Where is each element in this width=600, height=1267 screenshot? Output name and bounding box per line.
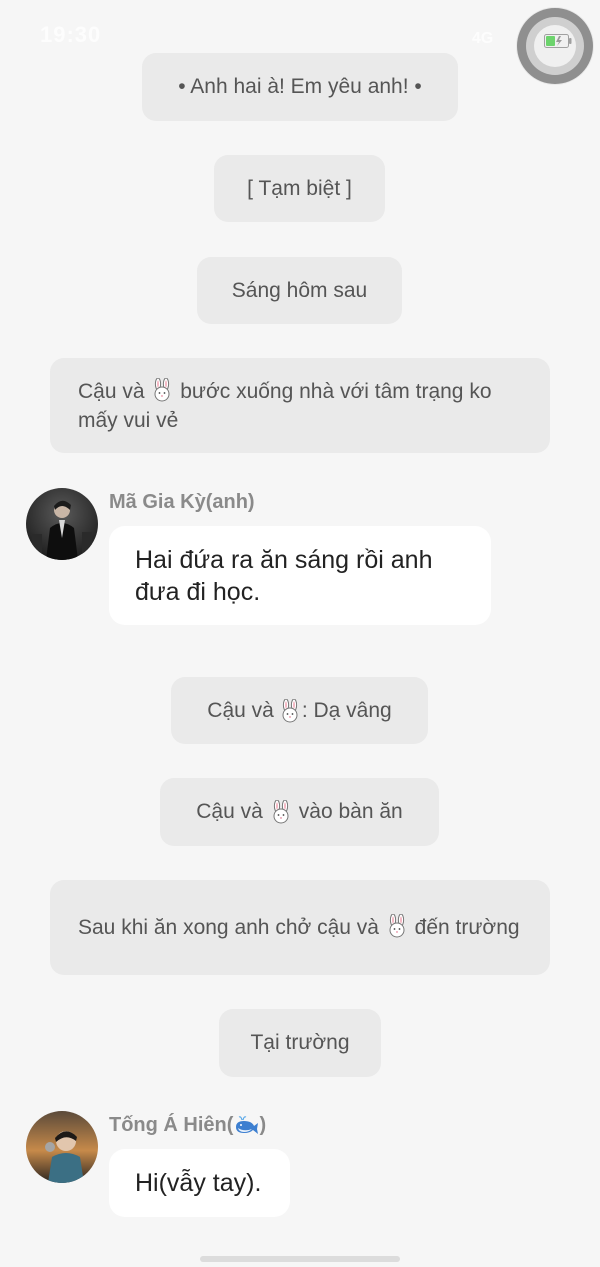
sender-name-suffix: ) — [259, 1114, 267, 1136]
narration-text: [ Tạm biệt ] — [247, 176, 352, 200]
narration-pill: • Anh hai à! Em yêu anh! • — [142, 53, 458, 121]
narration-text: Sáng hôm sau — [231, 278, 368, 302]
narration-text: • Anh hai à! Em yêu anh! • — [178, 75, 422, 98]
narration-text-before: Cậu và — [207, 698, 274, 722]
status-network: 4G — [472, 30, 494, 47]
narration-text-before: Sau khi ăn xong anh chở cậu và — [78, 916, 379, 939]
narration-text: Tại trường — [250, 1031, 350, 1054]
avatar[interactable] — [26, 488, 98, 560]
battery-icon — [544, 34, 572, 48]
assistive-touch-button[interactable] — [517, 8, 593, 84]
avatar-image — [26, 1111, 98, 1183]
message-bubble[interactable]: Hai đứa ra ăn sáng rồi anh đưa đi học. — [109, 526, 491, 625]
bunny-icon — [282, 698, 298, 722]
avatar[interactable] — [26, 1111, 98, 1183]
home-indicator[interactable] — [200, 1256, 400, 1262]
narration-pill: Cậu và bước xuống nhà với tâm trạng ko m… — [50, 358, 550, 453]
sender-name-text: Tống Á Hiên( — [109, 1114, 234, 1136]
message-bubble[interactable]: Hi(vẫy tay). — [109, 1149, 290, 1217]
narration-text-after: : Dạ vâng — [301, 698, 392, 722]
avatar-image — [26, 488, 98, 560]
narration-text: Sau khi ăn xong anh chở cậu và đến trườn… — [78, 913, 520, 942]
narration-text-before: Cậu và — [196, 800, 263, 823]
narration-text-after: vào bàn ăn — [298, 800, 403, 823]
narration-pill: Cậu và vào bàn ăn — [160, 778, 439, 846]
narration-pill: Tại trường — [219, 1009, 381, 1077]
narration-pill: Sáng hôm sau — [197, 257, 402, 324]
message-text: Hi(vẫy tay). — [135, 1169, 262, 1197]
bunny-icon — [273, 800, 289, 824]
message-text: Hai đứa ra ăn sáng rồi anh đưa đi học. — [135, 546, 433, 606]
bunny-icon — [389, 914, 405, 938]
sender-name: Tống Á Hiên( ) — [109, 1114, 266, 1137]
whale-icon — [236, 1116, 259, 1134]
status-time: 19:30 — [40, 22, 102, 47]
narration-pill: Cậu và : Dạ vâng — [171, 677, 428, 744]
narration-pill: Sau khi ăn xong anh chở cậu và đến trườn… — [50, 880, 550, 975]
bunny-icon — [154, 377, 170, 401]
narration-text-before: Cậu và — [78, 379, 145, 403]
sender-name: Mã Gia Kỳ(anh) — [109, 491, 255, 513]
narration-text: Cậu và bước xuống nhà với tâm trạng ko m… — [78, 377, 522, 435]
narration-pill: [ Tạm biệt ] — [214, 155, 385, 222]
narration-text-after: đến trường — [414, 916, 520, 939]
